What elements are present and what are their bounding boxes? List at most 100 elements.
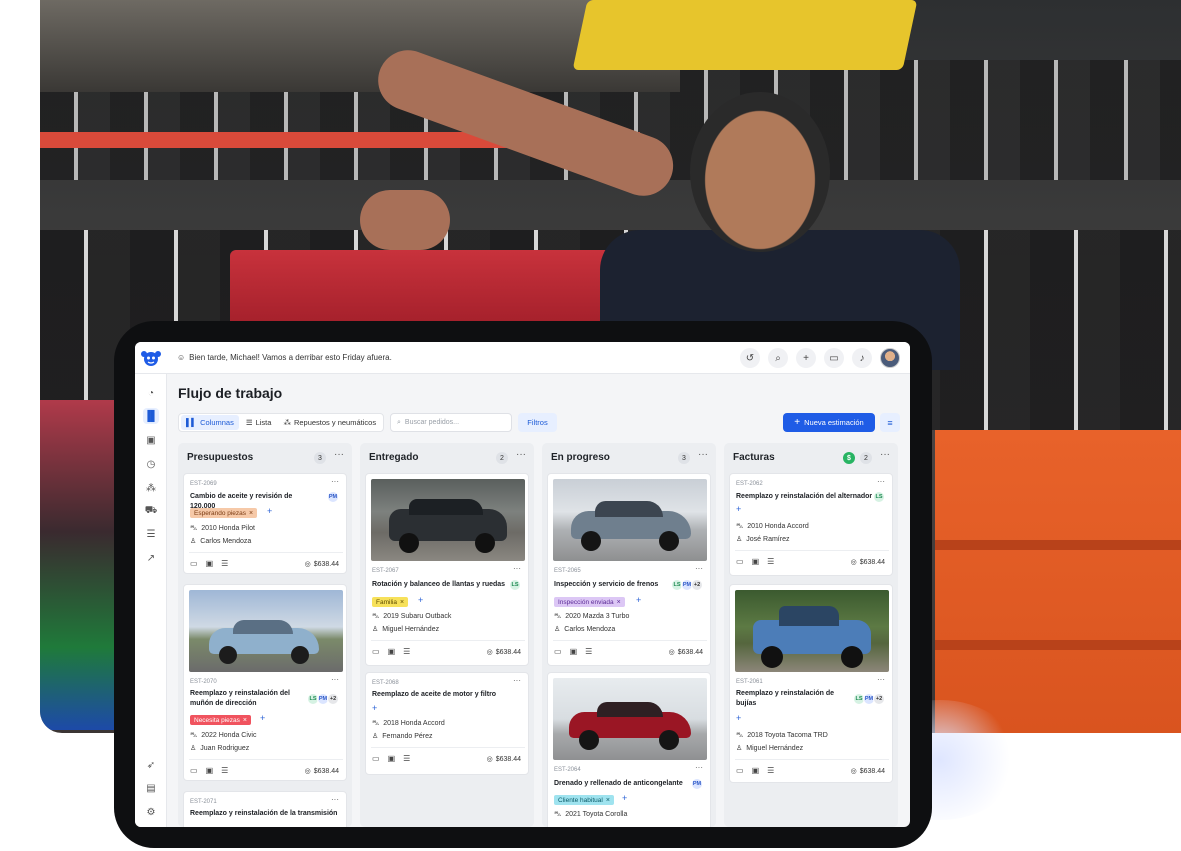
tab-list[interactable]: ☰ Lista: [241, 415, 277, 430]
comment-icon[interactable]: ▭: [190, 559, 198, 568]
more-icon[interactable]: ···: [880, 449, 890, 460]
tag-label: Necesita piezas: [194, 716, 240, 724]
tab-parts[interactable]: ⁂ Repuestos y neumáticos: [278, 415, 381, 430]
checklist-icon[interactable]: ☰: [767, 766, 774, 775]
calendar-icon[interactable]: ▣: [752, 557, 760, 566]
card[interactable]: EST-2070 ··· Reemplazo y reinstalación d…: [183, 584, 347, 781]
more-icon[interactable]: ···: [331, 477, 339, 486]
chat-icon[interactable]: ▭: [824, 348, 844, 368]
tab-columns[interactable]: ▌▍ Columnas: [181, 415, 239, 430]
add-tag-icon[interactable]: +: [267, 506, 272, 516]
calendar-icon[interactable]: ▣: [388, 754, 396, 763]
calendar-icon[interactable]: ▣: [206, 766, 214, 775]
car-icon: ⛍: [736, 732, 744, 739]
calendar-icon[interactable]: ▣: [752, 766, 760, 775]
gear-icon[interactable]: ⚙: [143, 804, 159, 820]
close-icon[interactable]: ×: [617, 599, 621, 606]
checklist-icon[interactable]: ☰: [403, 754, 410, 763]
person-icon: ♙: [736, 745, 743, 752]
logo-icon[interactable]: [135, 342, 167, 374]
card[interactable]: EST-2062 ··· Reemplazo y reinstalación d…: [729, 473, 893, 576]
add-tag-icon[interactable]: +: [260, 713, 265, 723]
comment-icon[interactable]: ▭: [372, 647, 380, 656]
add-tag-icon[interactable]: +: [622, 793, 627, 803]
checklist-icon[interactable]: ☰: [221, 766, 228, 775]
more-icon[interactable]: ···: [695, 763, 703, 772]
search-input[interactable]: ⌕ Buscar pedidos...: [390, 413, 512, 432]
new-estimate-button[interactable]: + Nueva estimación: [783, 413, 875, 432]
more-icon[interactable]: ···: [513, 676, 521, 685]
column-count: 2: [496, 452, 508, 464]
history-icon[interactable]: ↺: [740, 348, 760, 368]
more-icon[interactable]: ···: [516, 449, 526, 460]
check-circle-icon: ◎: [850, 559, 857, 566]
bell-icon[interactable]: ♪: [852, 348, 872, 368]
card[interactable]: EST-2064 ··· Drenado y rellenado de anti…: [547, 672, 711, 827]
car-icon: ⛍: [372, 720, 380, 727]
add-tag-icon[interactable]: +: [636, 595, 641, 605]
close-icon[interactable]: ×: [249, 510, 253, 517]
comment-icon[interactable]: ▭: [190, 766, 198, 775]
more-icon[interactable]: ···: [331, 675, 339, 684]
truck-icon[interactable]: ⛟: [143, 503, 159, 519]
top-bar: ☺ Bien tarde, Michael! Vamos a derribar …: [135, 342, 910, 374]
workflow-icon[interactable]: ▐▌: [143, 408, 159, 424]
filters-button[interactable]: Filtros: [518, 413, 557, 432]
calendar-icon[interactable]: ▣: [143, 432, 159, 448]
settings-sliders-icon[interactable]: ≡: [880, 413, 900, 432]
add-tag-icon[interactable]: +: [372, 703, 377, 713]
card-actions: ▭ ▣ ☰: [190, 559, 228, 568]
calendar-icon[interactable]: ▣: [388, 647, 396, 656]
more-icon[interactable]: ···: [877, 477, 885, 486]
card[interactable]: EST-2071 ··· Reemplazo y reinstalación d…: [183, 791, 347, 827]
columns-icon: ▌▍: [186, 418, 198, 427]
add-icon[interactable]: +: [796, 348, 816, 368]
close-icon[interactable]: ×: [243, 717, 247, 724]
vehicle-line: ⛍ 2021 Toyota Corolla: [554, 810, 627, 819]
checklist-icon[interactable]: ☰: [767, 557, 774, 566]
comment-icon[interactable]: ▭: [736, 557, 744, 566]
dashboard-icon[interactable]: ◔: [143, 385, 159, 401]
checklist-icon[interactable]: ☰: [585, 647, 592, 656]
more-icon[interactable]: ···: [695, 564, 703, 573]
column-en-progreso: En progreso 3 ··· EST-2065 ··· Inspecció…: [542, 443, 716, 827]
checklist-icon[interactable]: ☰: [221, 559, 228, 568]
card[interactable]: EST-2067 ··· Rotación y balanceo de llan…: [365, 473, 529, 666]
avatar-overflow: +2: [327, 693, 339, 705]
assignees: PM: [691, 778, 703, 790]
card[interactable]: EST-2068 ··· Reemplazo de aceite de moto…: [365, 672, 529, 775]
card-code: EST-2065: [554, 568, 581, 574]
parts-icon[interactable]: ⁂: [143, 480, 159, 496]
divider: [735, 550, 889, 551]
book-icon[interactable]: ▤: [143, 780, 159, 796]
rocket-icon[interactable]: ➶: [143, 757, 159, 773]
close-icon[interactable]: ×: [400, 599, 404, 606]
checklist-icon[interactable]: ☰: [403, 647, 410, 656]
more-icon[interactable]: ···: [877, 675, 885, 684]
card[interactable]: EST-2061 ··· Reemplazo y reinstalación d…: [729, 584, 893, 783]
list-icon[interactable]: ☰: [143, 526, 159, 542]
topbar-actions: ↺ ⌕ + ▭ ♪: [740, 348, 900, 368]
more-icon[interactable]: ···: [334, 449, 344, 460]
comment-icon[interactable]: ▭: [372, 754, 380, 763]
divider: [189, 759, 343, 760]
close-icon[interactable]: ×: [606, 797, 610, 804]
calendar-icon[interactable]: ▣: [570, 647, 578, 656]
comment-icon[interactable]: ▭: [554, 647, 562, 656]
more-icon[interactable]: ···: [513, 564, 521, 573]
more-icon[interactable]: ···: [331, 795, 339, 804]
user-avatar[interactable]: [880, 348, 900, 368]
search-icon[interactable]: ⌕: [768, 348, 788, 368]
add-tag-icon[interactable]: +: [736, 504, 741, 514]
add-tag-icon[interactable]: +: [736, 713, 741, 723]
more-icon[interactable]: ···: [698, 449, 708, 460]
column-title: Presupuestos: [187, 452, 254, 463]
comment-icon[interactable]: ▭: [736, 766, 744, 775]
add-tag-icon[interactable]: +: [418, 595, 423, 605]
reports-icon[interactable]: ↗: [143, 550, 159, 566]
card[interactable]: EST-2069 ··· Cambio de aceite y revisión…: [183, 473, 347, 574]
clock-icon[interactable]: ◷: [143, 456, 159, 472]
card[interactable]: EST-2065 ··· Inspección y servicio de fr…: [547, 473, 711, 666]
column-title: Facturas: [733, 452, 775, 463]
calendar-icon[interactable]: ▣: [206, 559, 214, 568]
